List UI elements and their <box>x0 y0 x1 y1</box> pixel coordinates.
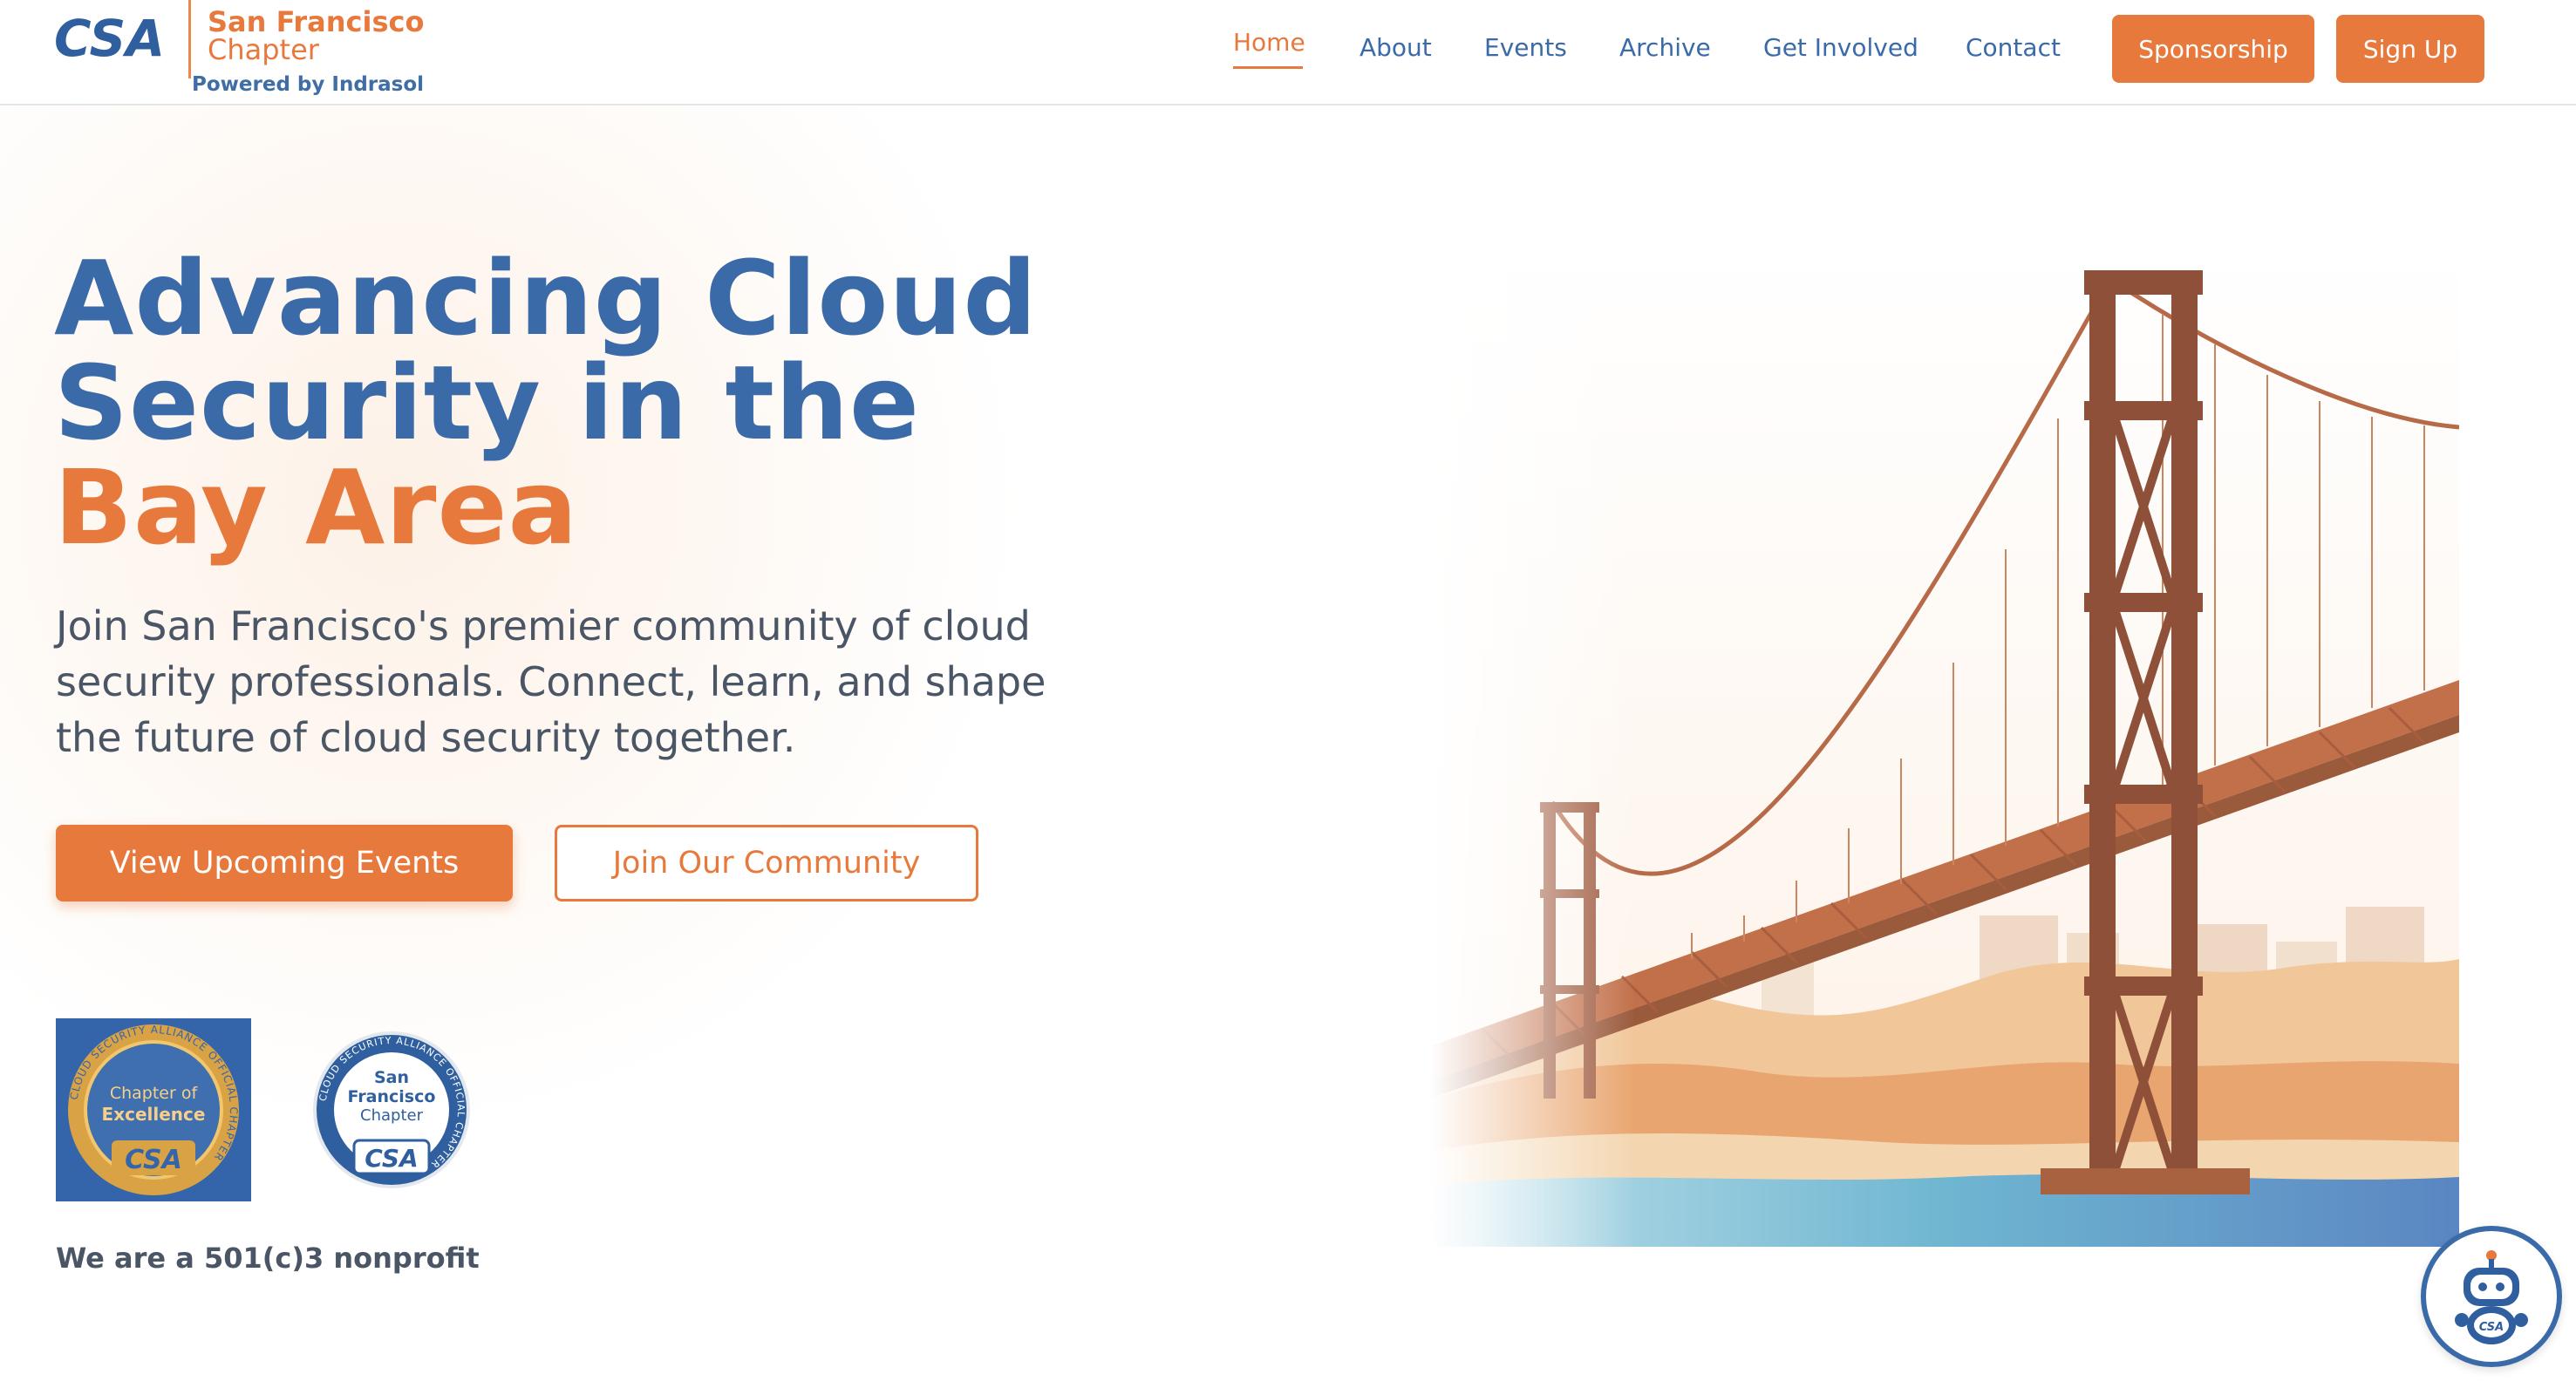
svg-text:Chapter: Chapter <box>360 1106 424 1125</box>
nav-contact[interactable]: Contact <box>1966 33 2061 62</box>
hero-description: Join San Francisco's premier community o… <box>56 602 1046 761</box>
robot-icon: CSA <box>2455 1250 2528 1344</box>
nav-get-involved[interactable]: Get Involved <box>1763 33 1918 62</box>
nav-active-underline <box>1233 66 1303 69</box>
hero-title-main: Advancing Cloud Security in the <box>54 238 1038 463</box>
svg-text:CSA: CSA <box>365 1144 418 1173</box>
svg-text:CSA: CSA <box>2479 1321 2504 1334</box>
hero-title: Advancing Cloud Security in the Bay Area <box>54 246 1118 560</box>
svg-text:Excellence: Excellence <box>102 1104 206 1125</box>
hero-title-accent: Bay Area <box>54 447 579 568</box>
svg-text:San: San <box>374 1068 409 1087</box>
chapter-of-excellence-badge: CLOUD SECURITY ALLIANCE OFFICIAL CHAPTER… <box>56 1018 251 1201</box>
logo-subtitle: Chapter <box>208 33 319 66</box>
sponsorship-button[interactable]: Sponsorship <box>2112 15 2314 83</box>
logo-divider <box>188 0 191 78</box>
logo-title: San Francisco <box>208 5 425 38</box>
chatbot-launcher[interactable]: CSA <box>2421 1226 2562 1367</box>
join-community-button[interactable]: Join Our Community <box>555 825 978 902</box>
svg-text:CSA: CSA <box>125 1145 182 1175</box>
svg-text:Francisco: Francisco <box>348 1087 436 1106</box>
svg-text:CSA: CSA <box>54 12 165 65</box>
golden-gate-bridge-illustration <box>1430 244 2459 1247</box>
csa-logo-icon[interactable]: CSA <box>54 12 173 65</box>
powered-by: Powered by Indrasol <box>192 73 425 96</box>
nav-archive[interactable]: Archive <box>1619 33 1711 62</box>
nav-events[interactable]: Events <box>1484 33 1567 62</box>
svg-text:Chapter of: Chapter of <box>110 1084 199 1103</box>
nav-about[interactable]: About <box>1360 33 1432 62</box>
site-header: CSA San Francisco Chapter Powered by Ind… <box>0 0 2576 105</box>
san-francisco-chapter-badge: CLOUD SECURITY ALLIANCE OFFICIAL CHAPTER… <box>313 1031 470 1188</box>
nonprofit-statement: We are a 501(c)3 nonprofit <box>56 1242 480 1275</box>
sign-up-button[interactable]: Sign Up <box>2336 15 2484 83</box>
nav-home[interactable]: Home <box>1233 28 1305 57</box>
view-upcoming-events-button[interactable]: View Upcoming Events <box>56 825 513 902</box>
